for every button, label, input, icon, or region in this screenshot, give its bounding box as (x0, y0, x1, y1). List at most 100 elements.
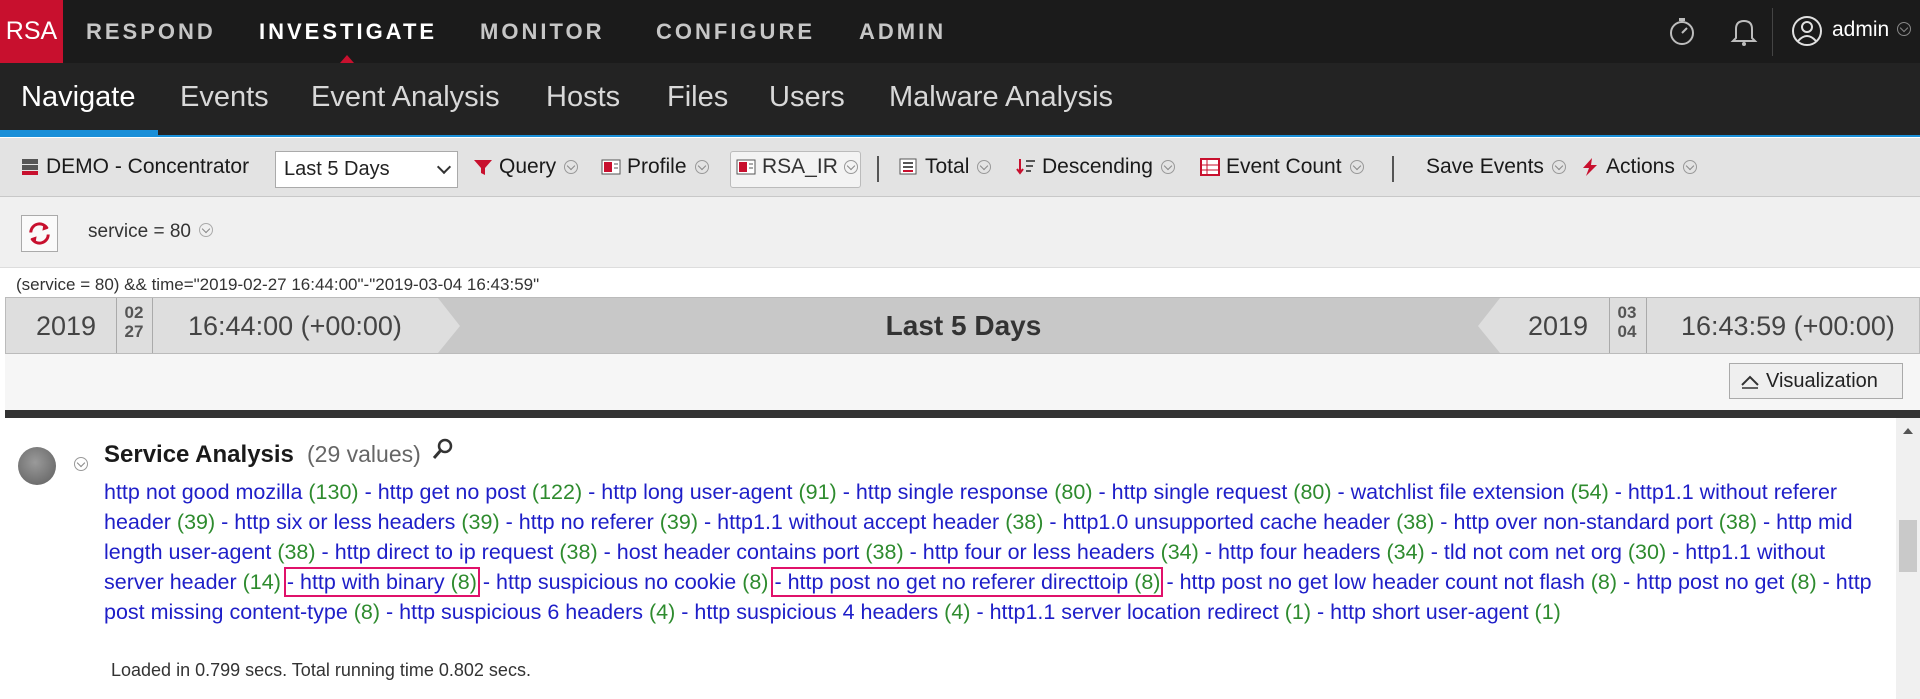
meta-value-link[interactable]: http four headers (1218, 540, 1381, 564)
tab-events[interactable]: Events (180, 81, 269, 114)
query-button[interactable]: Query (473, 155, 579, 179)
meta-value-item[interactable]: - http over non-standard port (38) (1440, 510, 1757, 534)
nav-respond[interactable]: RESPOND (86, 19, 216, 45)
tab-hosts[interactable]: Hosts (546, 81, 620, 114)
meta-value-count: (39) (455, 510, 500, 534)
tab-navigate[interactable]: Navigate (21, 81, 135, 114)
end-date: 03 04 (1612, 303, 1642, 341)
profile-value[interactable]: RSA_IR (736, 155, 858, 179)
meta-value-item[interactable]: - http1.1 without accept header (38) (704, 510, 1043, 534)
meta-value-item[interactable]: - http get no post (122) (365, 480, 583, 504)
meta-value-link[interactable]: http suspicious 4 headers (694, 600, 938, 624)
meta-key-title[interactable]: Service Analysis (104, 441, 294, 469)
meta-value-link[interactable]: http suspicious 6 headers (399, 600, 643, 624)
meta-value-item[interactable]: - http single request (80) (1098, 480, 1331, 504)
nav-admin[interactable]: ADMIN (859, 19, 946, 45)
user-icon[interactable] (1790, 14, 1824, 48)
chevron-down-icon[interactable] (74, 457, 88, 471)
meta-value-item[interactable]: - http short user-agent (1) (1317, 600, 1561, 624)
meta-value-item[interactable]: - http suspicious 4 headers (4) (681, 600, 970, 624)
meta-value-link[interactable]: http post no get (1636, 570, 1784, 594)
meta-value-link[interactable]: host header contains port (617, 540, 860, 564)
meta-value-link[interactable]: http post no get no referer directtoip (788, 570, 1129, 594)
meta-value-item[interactable]: - host header contains port (38) (604, 540, 904, 564)
scrollbar-thumb[interactable] (1899, 520, 1917, 572)
value-separator: - (909, 540, 923, 564)
meta-value-link[interactable]: http not good mozilla (104, 480, 302, 504)
user-menu[interactable]: admin (1832, 18, 1912, 42)
meta-value-item[interactable]: - http with binary (8) (283, 567, 480, 597)
meta-value-item[interactable]: - http post no get (8) (1623, 570, 1817, 594)
event-count-button[interactable]: Event Count (1200, 155, 1364, 179)
meta-value-count: (4) (938, 600, 971, 624)
meta-value-item[interactable]: - http no referer (39) (506, 510, 698, 534)
tab-malware-analysis[interactable]: Malware Analysis (889, 81, 1113, 114)
breadcrumb[interactable]: service = 80 (88, 221, 213, 243)
meta-value-item[interactable]: - http suspicious no cookie (8) (483, 570, 769, 594)
meta-value-link[interactable]: http four or less headers (923, 540, 1155, 564)
meta-value-link[interactable]: http get no post (378, 480, 526, 504)
tab-users[interactable]: Users (769, 81, 845, 114)
meta-value-item[interactable]: - http1.1 server location redirect (1) (976, 600, 1311, 624)
list-icon (899, 158, 917, 175)
scroll-up-arrow[interactable] (1903, 428, 1913, 434)
meta-value-link[interactable]: http direct to ip request (335, 540, 554, 564)
meta-value-item[interactable]: http not good mozilla (130) (104, 480, 359, 504)
visualization-button[interactable]: Visualization (1729, 363, 1903, 399)
refresh-button[interactable] (21, 215, 58, 252)
meta-value-item[interactable]: - http1.0 unsupported cache header (38) (1049, 510, 1434, 534)
meta-value-link[interactable]: http long user-agent (601, 480, 792, 504)
total-button[interactable]: Total (899, 155, 992, 179)
stopwatch-icon[interactable] (1665, 14, 1699, 48)
meta-value-link[interactable]: http over non-standard port (1453, 510, 1712, 534)
meta-value-item[interactable]: - http long user-agent (91) (588, 480, 837, 504)
scrollbar[interactable] (1896, 418, 1920, 699)
meta-value-link[interactable]: tld not com net org (1444, 540, 1622, 564)
meta-value-link[interactable]: http1.1 without accept header (717, 510, 999, 534)
query-breadcrumb-bar: service = 80 (0, 197, 1920, 268)
meta-value-item[interactable]: - http post no get low header count not … (1166, 570, 1617, 594)
value-separator: - (976, 600, 990, 624)
meta-value-item[interactable]: - http direct to ip request (38) (322, 540, 598, 564)
chevron-down-icon[interactable] (198, 223, 213, 237)
meta-value-link[interactable]: http with binary (300, 570, 445, 594)
meta-value-item[interactable]: - watchlist file extension (54) (1338, 480, 1609, 504)
meta-value-link[interactable]: http six or less headers (234, 510, 455, 534)
bell-icon[interactable] (1727, 14, 1761, 48)
sort-order-button[interactable]: Descending (1016, 155, 1175, 179)
meta-value-link[interactable]: http no referer (519, 510, 654, 534)
time-range-bar: 2019 02 27 16:44:00 (+00:00) Last 5 Days … (5, 297, 1920, 354)
tab-files[interactable]: Files (667, 81, 728, 114)
meta-value-item[interactable]: - http six or less headers (39) (221, 510, 499, 534)
nav-monitor[interactable]: MONITOR (480, 19, 604, 45)
meta-value-link[interactable]: http suspicious no cookie (496, 570, 736, 594)
meta-value-item[interactable]: - http post no get no referer directtoip… (771, 567, 1164, 597)
meta-value-link[interactable]: http short user-agent (1330, 600, 1528, 624)
meta-value-item[interactable]: - tld not com net org (30) (1431, 540, 1666, 564)
meta-value-item[interactable]: - http single response (80) (843, 480, 1093, 504)
nav-configure[interactable]: CONFIGURE (656, 19, 815, 45)
meta-value-link[interactable]: http post no get low header count not fl… (1180, 570, 1585, 594)
actions-button[interactable]: Actions (1580, 155, 1697, 179)
meta-value-link[interactable]: http single response (856, 480, 1048, 504)
rsa-logo[interactable]: RSA (0, 0, 63, 63)
meta-value-item[interactable]: - http four or less headers (34) (910, 540, 1199, 564)
service-selector[interactable]: DEMO - Concentrator (20, 155, 249, 179)
nav-investigate[interactable]: INVESTIGATE (259, 19, 437, 45)
meta-value-link[interactable]: http1.1 server location redirect (990, 600, 1279, 624)
save-events-button[interactable]: Save Events (1426, 155, 1566, 179)
meta-value-count: (1) (1278, 600, 1312, 624)
meta-value-item[interactable]: - http four headers (34) (1205, 540, 1425, 564)
meta-value-count: (1) (1528, 600, 1561, 624)
meta-value-link[interactable]: http single request (1112, 480, 1288, 504)
meta-value-link[interactable]: http1.0 unsupported cache header (1063, 510, 1391, 534)
meta-key-icon[interactable] (18, 447, 56, 485)
tab-event-analysis[interactable]: Event Analysis (311, 81, 500, 114)
meta-value-count: (38) (1390, 510, 1435, 534)
time-range-select[interactable]: Last 5 Days (275, 151, 458, 188)
meta-value-link[interactable]: watchlist file extension (1351, 480, 1565, 504)
search-icon[interactable] (430, 436, 456, 462)
meta-value-item[interactable]: - http suspicious 6 headers (4) (386, 600, 675, 624)
profile-button[interactable]: Profile (601, 155, 709, 179)
event-count-label: Event Count (1226, 155, 1342, 178)
